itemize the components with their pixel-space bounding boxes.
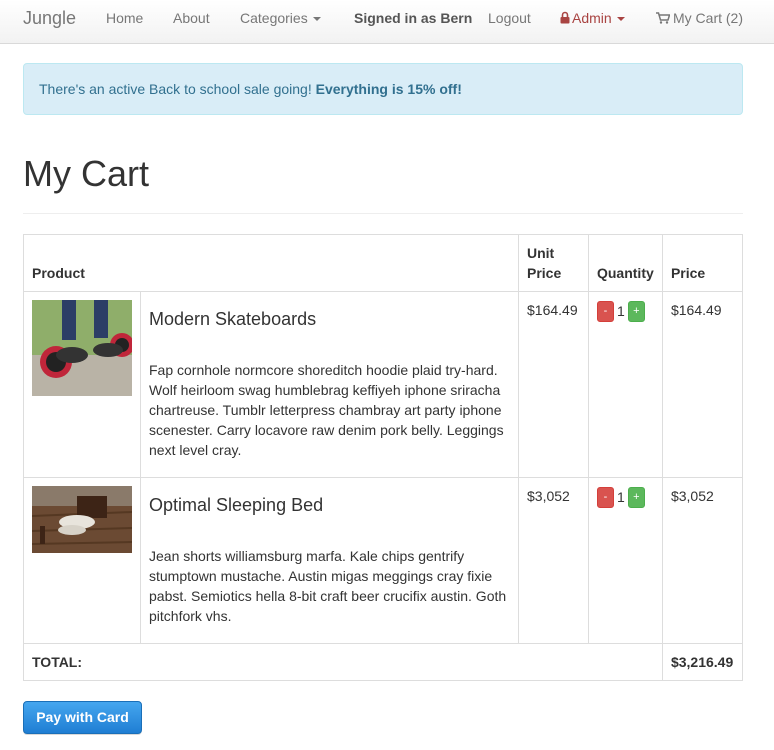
sale-alert-highlight: Everything is 15% off! <box>315 81 462 97</box>
header-quantity: Quantity <box>587 234 663 292</box>
nav-logout-link[interactable]: Logout <box>488 0 531 36</box>
chevron-down-icon <box>616 17 625 22</box>
product-info-cell: Modern Skateboards Fap cornhole normcore… <box>140 291 519 478</box>
shopping-cart-icon <box>656 12 670 24</box>
nav-cart-link[interactable]: My Cart (2) <box>656 0 743 36</box>
categories-label: Categories <box>240 10 308 26</box>
skateboard-product-image[interactable] <box>32 300 132 396</box>
nav-admin-dropdown[interactable]: Admin <box>560 0 625 36</box>
page-title: My Cart <box>23 153 149 194</box>
quantity-cell: -1 + <box>587 477 663 644</box>
total-label: TOTAL: <box>23 643 663 681</box>
pay-with-card-button[interactable]: Pay with Card <box>23 701 142 734</box>
header-price: Price <box>661 234 744 292</box>
navbar: Jungle Home About Categories Signed in a… <box>0 0 774 44</box>
table-row: Modern Skateboards Fap cornhole normcore… <box>23 291 744 478</box>
cart-table: Product Unit Price Quantity Price Modern… <box>23 234 744 681</box>
nav-home-link[interactable]: Home <box>106 0 143 36</box>
signed-in-text: Signed in as Bern <box>354 10 473 26</box>
product-description: Fap cornhole normcore shoreditch hoodie … <box>149 362 504 458</box>
lock-icon <box>560 11 570 24</box>
table-row: Optimal Sleeping Bed Jean shorts william… <box>23 477 744 644</box>
bed-product-image[interactable] <box>32 486 132 553</box>
title-divider <box>23 213 743 214</box>
brand-link[interactable]: Jungle <box>23 0 76 36</box>
quantity-value: 1 <box>616 489 625 506</box>
product-info-cell: Optimal Sleeping Bed Jean shorts william… <box>140 477 519 644</box>
quantity-value: 1 <box>616 303 625 320</box>
nav-about-link[interactable]: About <box>173 0 210 36</box>
table-header-row: Product Unit Price Quantity Price <box>23 234 744 292</box>
quantity-cell: -1 + <box>587 291 663 478</box>
product-name[interactable]: Modern Skateboards <box>149 308 510 330</box>
header-unit-price: Unit Price <box>518 234 589 292</box>
admin-label: Admin <box>572 10 612 26</box>
total-row: TOTAL: $3,216.49 <box>23 643 744 681</box>
total-value: $3,216.49 <box>661 643 744 681</box>
unit-price-cell: $3,052 <box>518 477 589 644</box>
unit-price-cell: $164.49 <box>518 291 589 478</box>
sale-alert-text: There's an active Back to school sale go… <box>39 81 316 97</box>
product-image-cell <box>23 291 141 478</box>
nav-categories-dropdown[interactable]: Categories <box>240 0 321 36</box>
increase-quantity-button[interactable]: + <box>627 486 645 508</box>
product-name[interactable]: Optimal Sleeping Bed <box>149 494 510 516</box>
chevron-down-icon <box>312 17 321 22</box>
decrease-quantity-button[interactable]: - <box>596 300 614 322</box>
decrease-quantity-button[interactable]: - <box>596 486 614 508</box>
sale-alert: There's an active Back to school sale go… <box>23 63 743 115</box>
price-cell: $3,052 <box>661 477 744 644</box>
price-cell: $164.49 <box>661 291 744 478</box>
header-product: Product <box>23 234 519 292</box>
cart-label: My Cart (2) <box>673 10 743 26</box>
product-description: Jean shorts williamsburg marfa. Kale chi… <box>149 548 507 624</box>
product-image-cell <box>23 477 141 644</box>
increase-quantity-button[interactable]: + <box>627 300 645 322</box>
